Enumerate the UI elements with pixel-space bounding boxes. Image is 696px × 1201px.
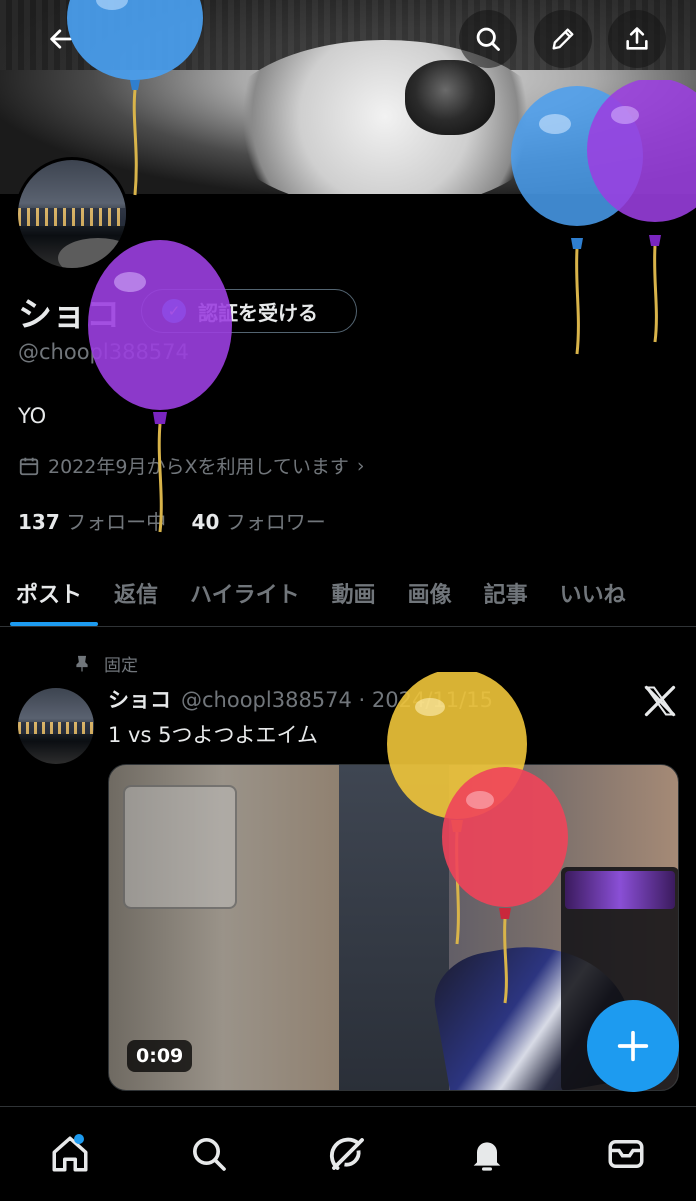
bottom-navigation: [0, 1106, 696, 1201]
share-button[interactable]: [608, 10, 666, 68]
home-icon: [52, 1136, 88, 1172]
plus-icon: [617, 1030, 649, 1062]
tab-videos[interactable]: 動画: [316, 560, 392, 626]
x-logo-icon[interactable]: [642, 683, 678, 719]
profile-tabs: ポスト 返信 ハイライト 動画 画像 記事 いいね: [0, 560, 696, 626]
balloon-red: [442, 767, 568, 1004]
notification-dot: [73, 1134, 84, 1144]
post-avatar-lights: [18, 722, 94, 734]
post-author[interactable]: ショコ: [108, 684, 171, 714]
followers-label: フォロワー: [225, 510, 326, 534]
tab-images[interactable]: 画像: [392, 560, 468, 626]
tab-articles[interactable]: 記事: [468, 560, 544, 626]
nav-messages[interactable]: [586, 1114, 666, 1194]
mail-icon: [608, 1140, 644, 1168]
nav-notifications[interactable]: [447, 1114, 527, 1194]
search-icon: [192, 1138, 226, 1171]
pinned-label: 固定: [104, 656, 138, 676]
pencil-icon: [552, 28, 574, 50]
balloon-purple-left: [88, 240, 232, 533]
avatar-city-lights: [18, 208, 126, 226]
calendar-icon: [19, 457, 39, 475]
balloon-purple-right: [587, 80, 696, 343]
balloon-blue-top: [67, 0, 203, 196]
tabs-divider: [0, 626, 696, 627]
bell-icon: [473, 1142, 501, 1171]
post-text: 1 vs 5つよつよエイム: [108, 723, 319, 747]
video-duration: 0:09: [127, 1040, 193, 1072]
banner-dog-nose: [405, 60, 495, 135]
share-icon: [626, 27, 648, 50]
compose-post-button[interactable]: [587, 1000, 679, 1092]
post-avatar[interactable]: [18, 688, 94, 764]
tab-replies[interactable]: 返信: [98, 560, 174, 626]
tab-posts[interactable]: ポスト: [0, 560, 99, 626]
following-count: 137: [18, 510, 60, 534]
search-button[interactable]: [459, 10, 517, 68]
tab-likes[interactable]: いいね: [544, 560, 642, 626]
pinned-indicator: 固定: [72, 651, 138, 676]
search-icon: [476, 27, 500, 51]
profile-bio: YO: [18, 404, 47, 428]
pin-icon: [76, 655, 88, 671]
nav-search[interactable]: [169, 1114, 249, 1194]
grok-icon: [329, 1137, 364, 1170]
chevron-right-icon: ›: [356, 454, 365, 477]
nav-grok[interactable]: [308, 1114, 388, 1194]
edit-button[interactable]: [534, 10, 592, 68]
tab-highlights[interactable]: ハイライト: [174, 560, 316, 626]
game-minimap: [123, 785, 237, 909]
nav-home[interactable]: [30, 1114, 110, 1194]
